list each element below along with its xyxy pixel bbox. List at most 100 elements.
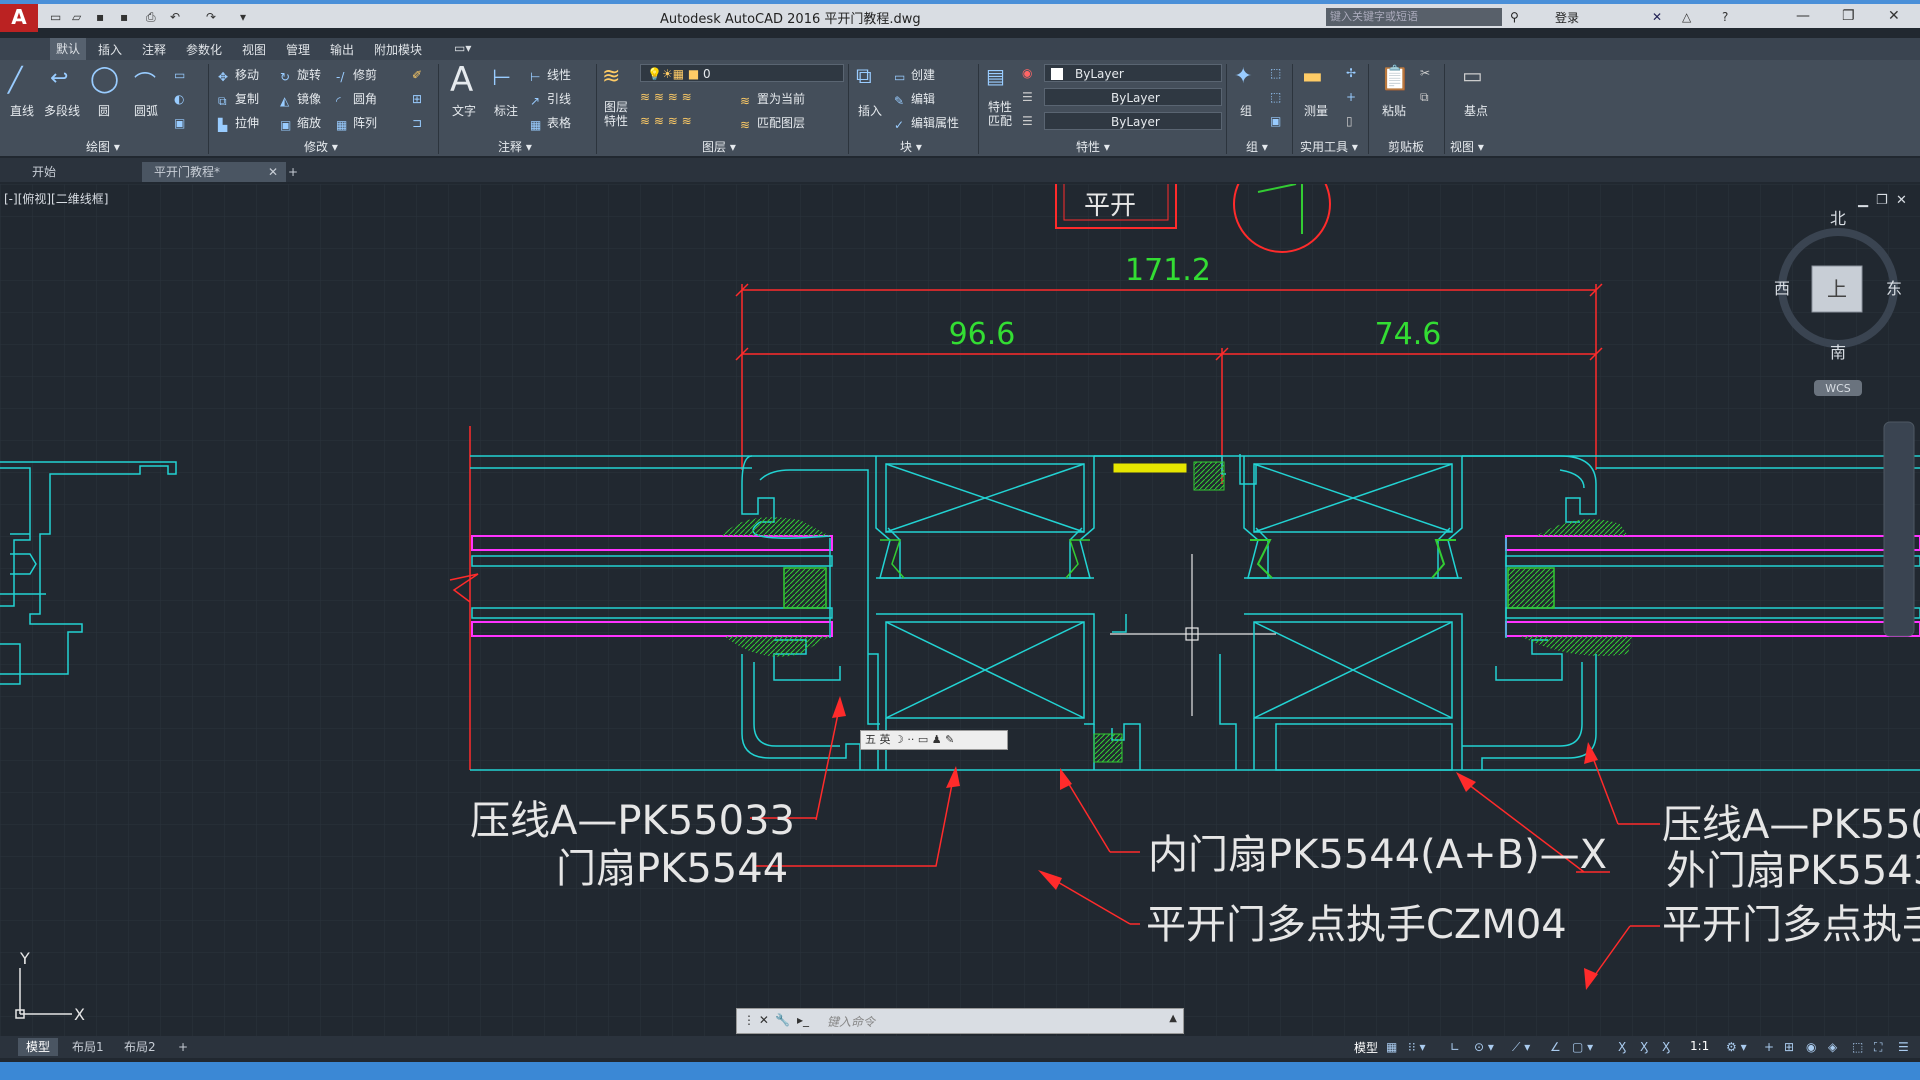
- cad-drawing[interactable]: 平开 171.2 96.6 74.6 压线A—PK55033 门扇PK5544 …: [0, 184, 1920, 1036]
- tab-parametric[interactable]: 参数化: [186, 41, 222, 58]
- region-icon[interactable]: ▣: [174, 116, 185, 130]
- viewport-label[interactable]: [-][俯视][二维线框]: [4, 190, 108, 207]
- panel-modify[interactable]: 修改 ▾: [304, 138, 338, 155]
- annotation-scale-icon[interactable]: Ӽ: [1662, 1040, 1670, 1054]
- create-block-button[interactable]: ▭ 创建: [894, 66, 935, 84]
- a360-icon[interactable]: △: [1682, 10, 1698, 24]
- line-button[interactable]: 直线: [10, 102, 34, 119]
- move-button[interactable]: ✥ 移动: [218, 66, 259, 84]
- copy-button[interactable]: ⧉ 复制: [218, 90, 259, 108]
- ime-toolbar[interactable]: 五 英 ☽ ·· ▭ ♟ ✎: [860, 730, 1008, 750]
- auto-scale-icon[interactable]: Ӽ: [1640, 1040, 1648, 1054]
- tab-drawing[interactable]: 平开门教程* ✕: [142, 162, 286, 182]
- undo-icon[interactable]: ↶: [170, 10, 186, 24]
- insert-block-button[interactable]: 插入: [858, 102, 882, 119]
- calculator-icon[interactable]: ▯: [1346, 114, 1353, 128]
- save-as-icon[interactable]: ▪: [120, 10, 136, 24]
- layer-tools2-icon[interactable]: ≋ ≋ ≋ ≋: [640, 114, 692, 128]
- panel-clipboard[interactable]: 剪贴板: [1388, 138, 1424, 155]
- arc-button[interactable]: 圆弧: [134, 102, 158, 119]
- drawing-canvas[interactable]: 平开 171.2 96.6 74.6 压线A—PK55033 门扇PK5544 …: [0, 184, 1920, 1036]
- close-icon[interactable]: ✕: [1888, 8, 1900, 24]
- layer-tools-icon[interactable]: ≋ ≋ ≋ ≋: [640, 90, 692, 104]
- tab-output[interactable]: 输出: [330, 41, 354, 58]
- isodraft-icon[interactable]: ⟋ ▾: [1512, 1040, 1530, 1055]
- rotate-button[interactable]: ↻ 旋转: [280, 66, 321, 84]
- panel-layers[interactable]: 图层 ▾: [702, 138, 736, 155]
- osnap-icon[interactable]: ▢ ▾: [1572, 1040, 1593, 1054]
- hardware-accel-icon[interactable]: ◉: [1806, 1040, 1816, 1054]
- tab-model[interactable]: 模型: [18, 1038, 59, 1056]
- group-edit-icon[interactable]: ⬚: [1270, 90, 1281, 104]
- autocad-logo-button[interactable]: A: [0, 4, 38, 32]
- array-button[interactable]: ▦ 阵列: [336, 114, 377, 132]
- offset-icon[interactable]: ⊐: [412, 116, 422, 130]
- save-icon[interactable]: ▪: [96, 10, 112, 24]
- set-current-button[interactable]: ≋ 置为当前: [740, 90, 805, 108]
- annotation-visibility-icon[interactable]: Ӽ: [1618, 1040, 1626, 1054]
- clean-screen-icon[interactable]: ⬚: [1852, 1040, 1863, 1054]
- minimize-icon[interactable]: —: [1796, 8, 1810, 24]
- login-button[interactable]: 登录: [1555, 9, 1579, 26]
- tab-start[interactable]: 开始: [20, 162, 68, 182]
- polar-icon[interactable]: ⊙ ▾: [1474, 1040, 1494, 1054]
- group-icon[interactable]: ✦: [1234, 64, 1252, 89]
- lineweight-icon[interactable]: ☰: [1022, 114, 1033, 128]
- edit-attributes-button[interactable]: ✓ 编辑属性: [894, 114, 959, 132]
- scale-button[interactable]: ▣ 缩放: [280, 114, 321, 132]
- tab-layout1[interactable]: 布局1: [64, 1038, 112, 1056]
- arc-icon[interactable]: ⌒: [134, 66, 156, 98]
- panel-draw[interactable]: 绘图 ▾: [86, 138, 120, 155]
- edit-block-button[interactable]: ✎ 编辑: [894, 90, 935, 108]
- status-model[interactable]: 模型: [1354, 1039, 1378, 1056]
- layer-properties-icon[interactable]: ≋: [602, 64, 620, 89]
- help-icon[interactable]: ?: [1722, 10, 1738, 24]
- search-input[interactable]: 键入关键字或短语: [1326, 8, 1502, 26]
- command-settings-icon[interactable]: 🔧: [775, 1013, 790, 1027]
- cut-icon[interactable]: ✂: [1420, 66, 1430, 80]
- match-layer-button[interactable]: ≋ 匹配图层: [740, 114, 805, 132]
- exchange-icon[interactable]: ✕: [1652, 10, 1668, 24]
- color-dropdown[interactable]: ByLayer: [1044, 64, 1222, 82]
- circle-button[interactable]: 圆: [98, 102, 110, 119]
- dimension-icon[interactable]: ⊢: [492, 66, 511, 91]
- workspace-gear-icon[interactable]: ⚙ ▾: [1726, 1040, 1747, 1054]
- base-view-button[interactable]: 基点: [1464, 102, 1488, 119]
- text-icon[interactable]: A: [450, 60, 473, 100]
- table-button[interactable]: ▦ 表格: [530, 114, 571, 132]
- osnap-track-icon[interactable]: ∠: [1550, 1040, 1561, 1054]
- group-select-icon[interactable]: ▣: [1270, 114, 1281, 128]
- tab-default[interactable]: 默认: [50, 38, 87, 60]
- stretch-button[interactable]: ▙ 拉伸: [218, 114, 259, 132]
- binoculars-icon[interactable]: ⚲: [1510, 10, 1526, 24]
- tab-insert[interactable]: 插入: [98, 41, 122, 58]
- grid-icon[interactable]: ▦: [1386, 1040, 1397, 1054]
- copy-clip-icon[interactable]: ⧉: [1420, 90, 1429, 105]
- customize-qat-icon[interactable]: ▾: [240, 10, 256, 24]
- panel-block[interactable]: 块 ▾: [900, 138, 922, 155]
- isolate-icon[interactable]: ◈: [1828, 1040, 1837, 1054]
- match-properties-button[interactable]: 特性匹配: [988, 100, 1016, 128]
- paste-icon[interactable]: 📋: [1380, 64, 1410, 92]
- group-button[interactable]: 组: [1240, 102, 1252, 119]
- panel-view[interactable]: 视图 ▾: [1450, 138, 1484, 155]
- line-icon[interactable]: ╱: [8, 66, 22, 94]
- ortho-icon[interactable]: ∟: [1450, 1040, 1460, 1054]
- measure-button[interactable]: 测量: [1304, 102, 1328, 119]
- color-wheel-icon[interactable]: ◉: [1022, 66, 1032, 80]
- mirror-button[interactable]: ◭ 镜像: [280, 90, 321, 108]
- erase-icon[interactable]: ✐: [412, 68, 422, 82]
- tab-manage[interactable]: 管理: [286, 41, 310, 58]
- linetype-icon[interactable]: ☰: [1022, 90, 1033, 104]
- text-button[interactable]: 文字: [452, 102, 476, 119]
- id-point-icon[interactable]: +: [1346, 90, 1356, 104]
- tab-layout2[interactable]: 布局2: [116, 1038, 164, 1056]
- rectangle-icon[interactable]: ▭: [174, 68, 185, 82]
- explode-icon[interactable]: ⊞: [412, 92, 422, 106]
- base-view-icon[interactable]: ▭: [1462, 64, 1483, 89]
- lineweight-dropdown[interactable]: ByLayer: [1044, 112, 1222, 130]
- ungroup-icon[interactable]: ⬚: [1270, 66, 1281, 80]
- circle-icon[interactable]: ◯: [90, 64, 119, 94]
- tab-addins[interactable]: 附加模块: [374, 41, 422, 58]
- polyline-button[interactable]: 多段线: [44, 102, 80, 119]
